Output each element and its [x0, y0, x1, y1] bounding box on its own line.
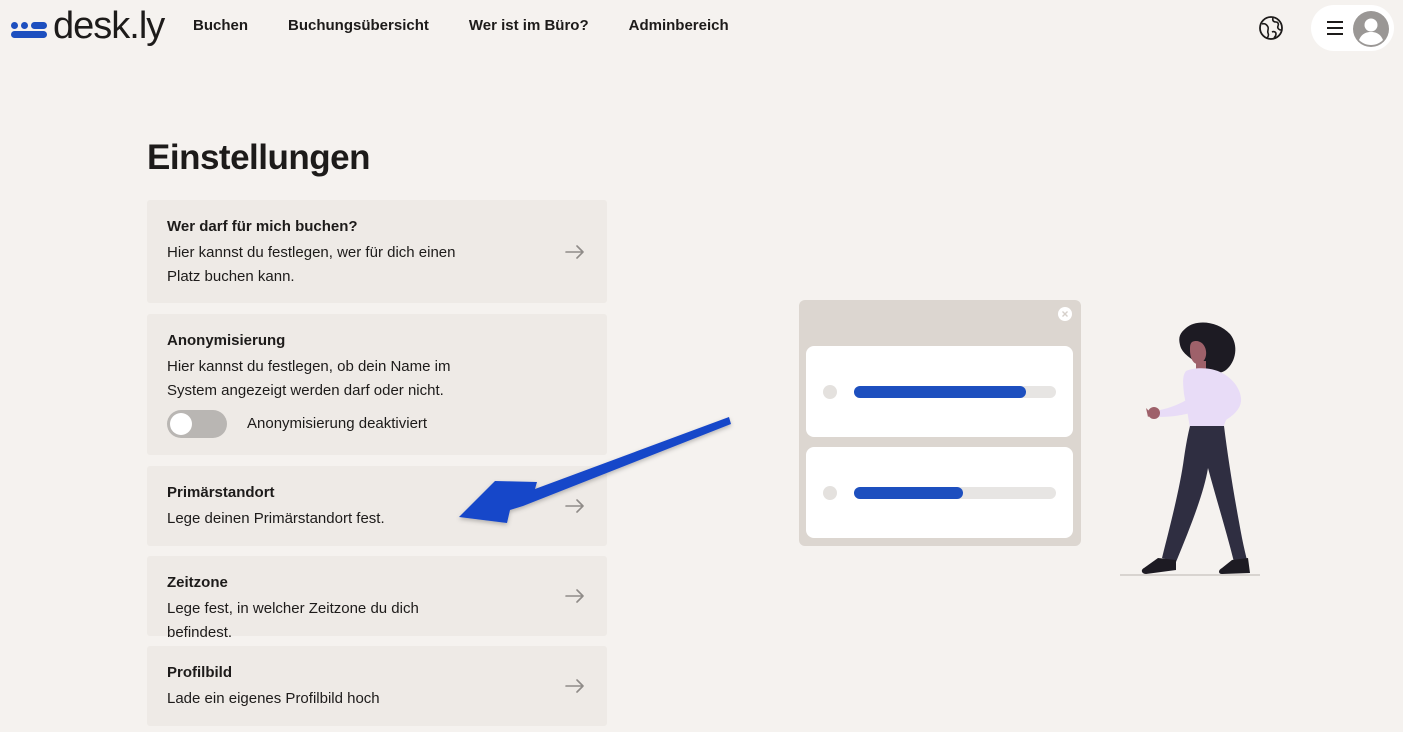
- setting-title: Zeitzone: [167, 574, 228, 591]
- setting-description: Lege fest, in welcher Zeitzone du dich b…: [167, 600, 419, 641]
- setting-description: Lade ein eigenes Profilbild hoch: [167, 690, 380, 707]
- setting-title: Primärstandort: [167, 484, 275, 501]
- setting-card-booking-delegates[interactable]: Wer darf für mich buchen? Hier kannst du…: [147, 200, 607, 303]
- language-button[interactable]: [1256, 13, 1286, 43]
- user-avatar-icon: [1353, 11, 1389, 47]
- person-illustration: [1120, 322, 1260, 576]
- nav-link-buchen[interactable]: Buchen: [193, 17, 248, 34]
- setting-card-profile-picture[interactable]: Profilbild Lade ein eigenes Profilbild h…: [147, 646, 607, 726]
- illustration-dot: [823, 486, 837, 500]
- anonymization-toggle[interactable]: [167, 410, 227, 438]
- arrow-right-icon: [565, 589, 584, 603]
- toggle-label: Anonymisierung deaktiviert: [247, 415, 428, 432]
- nav-link-buchungsuebersicht[interactable]: Buchungsübersicht: [288, 17, 429, 34]
- setting-description: Hier kannst du festlegen, wer für dich e…: [167, 244, 456, 285]
- illustration-progress-track: [854, 386, 1056, 398]
- illustration-card: [806, 447, 1073, 538]
- top-navigation: desk.ly Buchen Buchungsübersicht Wer ist…: [0, 0, 1403, 56]
- user-menu-button[interactable]: [1311, 5, 1394, 51]
- setting-card-primary-location[interactable]: Primärstandort Lege deinen Primärstandor…: [147, 466, 607, 546]
- logo-mark-icon: [11, 18, 47, 38]
- brand-logo[interactable]: desk.ly: [11, 5, 165, 50]
- arrow-right-icon: [565, 245, 584, 259]
- settings-illustration: [799, 300, 1081, 546]
- illustration-progress-track: [854, 487, 1056, 499]
- setting-description: Lege deinen Primärstandort fest.: [167, 510, 385, 527]
- setting-card-timezone[interactable]: Zeitzone Lege fest, in welcher Zeitzone …: [147, 556, 607, 641]
- setting-title: Profilbild: [167, 664, 232, 681]
- illustration-progress-fill: [854, 487, 964, 499]
- page-title: Einstellungen: [147, 138, 370, 177]
- nav-link-wer-ist-im-buero[interactable]: Wer ist im Büro?: [469, 17, 589, 34]
- arrow-right-icon: [565, 499, 584, 513]
- setting-title: Wer darf für mich buchen?: [167, 218, 358, 235]
- illustration-progress-fill: [854, 386, 1026, 398]
- nav-link-adminbereich[interactable]: Adminbereich: [629, 17, 729, 34]
- close-icon: [1058, 307, 1072, 321]
- globe-icon: [1259, 16, 1283, 40]
- setting-description: Hier kannst du festlegen, ob dein Name i…: [167, 358, 451, 399]
- toggle-knob: [170, 413, 192, 435]
- setting-card-anonymization: Anonymisierung Hier kannst du festlegen,…: [147, 314, 607, 455]
- main-nav: Buchen Buchungsübersicht Wer ist im Büro…: [193, 17, 769, 34]
- setting-title: Anonymisierung: [167, 332, 286, 349]
- illustration-dot: [823, 385, 837, 399]
- illustration-card: [806, 346, 1073, 437]
- hamburger-icon: [1327, 21, 1343, 35]
- arrow-right-icon: [565, 679, 584, 693]
- brand-name: desk.ly: [53, 5, 165, 47]
